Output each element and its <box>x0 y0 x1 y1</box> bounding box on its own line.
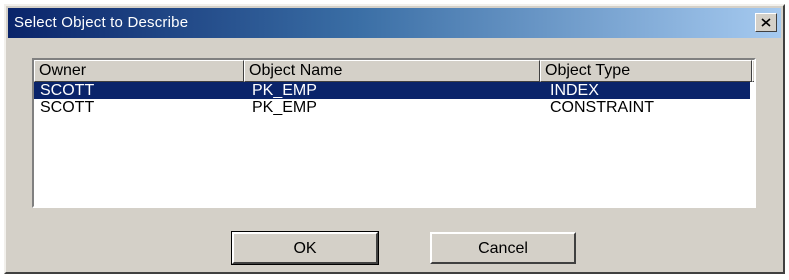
list-rows: SCOTT PK_EMP INDEX SCOTT PK_EMP CONSTRAI… <box>34 82 754 116</box>
cell-object-name: PK_EMP <box>252 82 317 99</box>
column-header-object-name[interactable]: Object Name <box>244 60 540 82</box>
list-row[interactable]: SCOTT PK_EMP INDEX <box>34 82 750 99</box>
cell-object-name: PK_EMP <box>252 99 317 116</box>
title-bar: Select Object to Describe <box>8 8 781 38</box>
column-header-filler <box>752 60 754 82</box>
column-header-owner[interactable]: Owner <box>34 60 244 82</box>
cell-owner: SCOTT <box>40 82 95 99</box>
cell-owner: SCOTT <box>40 99 95 116</box>
close-icon <box>761 18 771 27</box>
ok-button[interactable]: OK <box>231 231 379 265</box>
cell-object-type: CONSTRAINT <box>550 99 654 116</box>
list-header: Owner Object Name Object Type <box>34 60 754 82</box>
close-button[interactable] <box>755 13 777 32</box>
cell-object-type: INDEX <box>550 82 599 99</box>
list-row[interactable]: SCOTT PK_EMP CONSTRAINT <box>34 99 750 116</box>
describe-dialog: Select Object to Describe Owner Object N… <box>4 4 785 274</box>
object-list[interactable]: Owner Object Name Object Type SCOTT PK_E… <box>32 58 756 208</box>
cancel-button[interactable]: Cancel <box>430 232 576 264</box>
column-header-object-type[interactable]: Object Type <box>540 60 752 82</box>
dialog-title: Select Object to Describe <box>14 14 189 31</box>
